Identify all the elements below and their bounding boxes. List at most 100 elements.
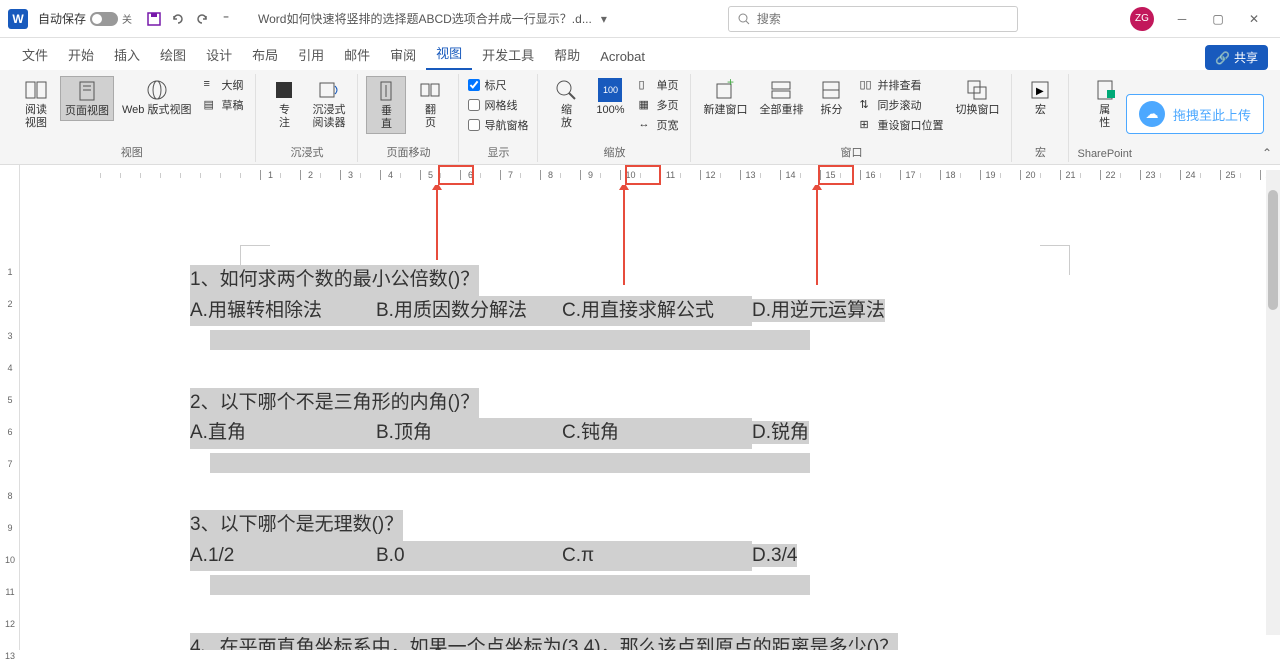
side-button[interactable]: 翻 页 bbox=[410, 76, 450, 132]
group-window-label: 窗口 bbox=[840, 144, 862, 160]
reading-view-button[interactable]: 阅读 视图 bbox=[16, 76, 56, 132]
group-immersive: 专 注 沉浸式 阅读器 沉浸式 bbox=[256, 74, 358, 162]
ruler-checkbox[interactable]: 标尺 bbox=[467, 76, 529, 94]
tab-view[interactable]: 视图 bbox=[426, 37, 472, 70]
close-icon[interactable]: ✕ bbox=[1236, 5, 1272, 33]
tab-layout[interactable]: 布局 bbox=[242, 39, 288, 70]
q1-opt-d[interactable]: D.用逆元运算法 bbox=[752, 299, 885, 322]
tab-design[interactable]: 设计 bbox=[196, 39, 242, 70]
minimize-icon[interactable]: ─ bbox=[1164, 5, 1200, 33]
save-icon[interactable] bbox=[146, 11, 162, 27]
group-macros-label: 宏 bbox=[1035, 144, 1046, 160]
group-window: +新建窗口 全部重排 拆分 ▯▯并排查看 ⇅同步滚动 ⊞重设窗口位置 切换窗口 … bbox=[691, 74, 1012, 162]
page-area[interactable]: 1、如何求两个数的最小公倍数()？ A.用辗转相除法B.用质因数分解法C.用直接… bbox=[20, 185, 1280, 650]
immersive-reader-button[interactable]: 沉浸式 阅读器 bbox=[308, 76, 349, 132]
q2-opt-d[interactable]: D.锐角 bbox=[752, 421, 809, 444]
properties-button[interactable]: 属 性 bbox=[1085, 76, 1125, 132]
q1-opt-a[interactable]: A.用辗转相除法 bbox=[190, 296, 376, 327]
share-label: 共享 bbox=[1234, 49, 1258, 66]
macros-button[interactable]: ▶宏 bbox=[1020, 76, 1060, 119]
redo-icon[interactable] bbox=[194, 11, 210, 27]
title-dropdown-icon[interactable]: ▾ bbox=[596, 11, 612, 27]
q3-text[interactable]: 3、以下哪个是无理数()？ bbox=[190, 510, 403, 541]
collapse-ribbon-icon[interactable]: ⌃ bbox=[1262, 146, 1272, 160]
share-button[interactable]: 🔗 共享 bbox=[1205, 45, 1268, 70]
qat-dropdown-icon[interactable]: ⁼ bbox=[218, 11, 234, 27]
tab-references[interactable]: 引用 bbox=[288, 39, 334, 70]
group-views-label: 视图 bbox=[121, 144, 143, 160]
vertical-button[interactable]: 垂 直 bbox=[366, 76, 406, 134]
q3-filler bbox=[210, 575, 810, 595]
sidebyside-button: ▯▯并排查看 bbox=[855, 76, 947, 94]
resetpos-button: ⊞重设窗口位置 bbox=[855, 116, 947, 134]
q2-filler bbox=[210, 453, 810, 473]
group-zoom: 缩 放 100100% ▯单页 ▦多页 ↔页宽 缩放 bbox=[538, 74, 691, 162]
print-layout-button[interactable]: 页面视图 bbox=[60, 76, 114, 121]
q2-opt-a[interactable]: A.直角 bbox=[190, 418, 376, 449]
newwindow-button[interactable]: +新建窗口 bbox=[699, 76, 751, 119]
tab-mailings[interactable]: 邮件 bbox=[334, 39, 380, 70]
tab-draw[interactable]: 绘图 bbox=[150, 39, 196, 70]
q3-opt-a[interactable]: A.1/2 bbox=[190, 541, 376, 572]
upload-button[interactable]: ☁ 拖拽至此上传 bbox=[1126, 94, 1264, 134]
tab-review[interactable]: 审阅 bbox=[380, 39, 426, 70]
toggle-switch-icon[interactable] bbox=[90, 12, 118, 26]
question-4: 4、在平面直角坐标系中，如果一个点坐标为(3,4)，那么该点到原点的距离是多少(… bbox=[190, 633, 1280, 651]
maximize-icon[interactable]: ▢ bbox=[1200, 5, 1236, 33]
gridlines-checkbox[interactable]: 网格线 bbox=[467, 96, 529, 114]
search-input[interactable] bbox=[757, 12, 1009, 26]
q1-filler bbox=[210, 330, 810, 350]
arrange-button[interactable]: 全部重排 bbox=[755, 76, 807, 119]
tab-acrobat[interactable]: Acrobat bbox=[590, 43, 655, 70]
group-sharepoint-label: SharePoint bbox=[1077, 148, 1131, 160]
scrollbar-thumb[interactable] bbox=[1268, 190, 1278, 310]
focus-button[interactable]: 专 注 bbox=[264, 76, 304, 132]
multipage-button[interactable]: ▦多页 bbox=[634, 96, 682, 114]
q3-opt-c[interactable]: C.π bbox=[562, 541, 752, 572]
navpane-checkbox[interactable]: 导航窗格 bbox=[467, 116, 529, 134]
group-immersive-label: 沉浸式 bbox=[290, 144, 323, 160]
q1-opt-b[interactable]: B.用质因数分解法 bbox=[376, 296, 562, 327]
switchwindow-button[interactable]: 切换窗口 bbox=[951, 76, 1003, 119]
vertical-ruler[interactable]: 12345678910111213 bbox=[0, 185, 20, 650]
split-button[interactable]: 拆分 bbox=[811, 76, 851, 119]
ribbon-tabs: 文件 开始 插入 绘图 设计 布局 引用 邮件 审阅 视图 开发工具 帮助 Ac… bbox=[0, 38, 1280, 70]
tab-home[interactable]: 开始 bbox=[58, 39, 104, 70]
q2-opt-b[interactable]: B.顶角 bbox=[376, 418, 562, 449]
syncscroll-button: ⇅同步滚动 bbox=[855, 96, 947, 114]
group-macros: ▶宏 宏 bbox=[1012, 74, 1069, 162]
tab-help[interactable]: 帮助 bbox=[544, 39, 590, 70]
word-app-icon: W bbox=[8, 9, 28, 29]
q2-text[interactable]: 2、以下哪个不是三角形的内角()？ bbox=[190, 388, 479, 419]
q1-opt-c[interactable]: C.用直接求解公式 bbox=[562, 296, 752, 327]
group-views: 阅读 视图 页面视图 Web 版式视图 ≡大纲 ▤草稿 视图 bbox=[8, 74, 256, 162]
outline-button[interactable]: ≡大纲 bbox=[199, 76, 247, 94]
zoom-button[interactable]: 缩 放 bbox=[546, 76, 586, 132]
autosave-toggle[interactable]: 自动保存 关 bbox=[38, 10, 132, 27]
search-icon bbox=[737, 12, 751, 26]
cloud-upload-icon: ☁ bbox=[1139, 101, 1165, 127]
document-content[interactable]: 1、如何求两个数的最小公倍数()？ A.用辗转相除法B.用质因数分解法C.用直接… bbox=[190, 265, 1280, 650]
user-avatar[interactable]: ZG bbox=[1130, 7, 1154, 31]
q4-text[interactable]: 4、在平面直角坐标系中，如果一个点坐标为(3,4)，那么该点到原点的距离是多少(… bbox=[190, 633, 898, 651]
autosave-state: 关 bbox=[122, 11, 132, 26]
svg-text:+: + bbox=[727, 78, 734, 89]
onepage-button[interactable]: ▯单页 bbox=[634, 76, 682, 94]
vertical-scrollbar[interactable] bbox=[1266, 170, 1280, 635]
web-layout-button[interactable]: Web 版式视图 bbox=[118, 76, 195, 119]
horizontal-ruler[interactable]: 1234567891011121314151617181920212223242… bbox=[0, 165, 1280, 185]
zoom100-button[interactable]: 100100% bbox=[590, 76, 630, 119]
tab-devtools[interactable]: 开发工具 bbox=[472, 39, 544, 70]
tab-insert[interactable]: 插入 bbox=[104, 39, 150, 70]
q3-opt-b[interactable]: B.0 bbox=[376, 541, 562, 572]
search-box[interactable] bbox=[728, 6, 1018, 32]
q2-opt-c[interactable]: C.钝角 bbox=[562, 418, 752, 449]
q1-text[interactable]: 1、如何求两个数的最小公倍数()？ bbox=[190, 265, 479, 296]
undo-icon[interactable] bbox=[170, 11, 186, 27]
group-pagemove-label: 页面移动 bbox=[386, 144, 430, 160]
pagewidth-button[interactable]: ↔页宽 bbox=[634, 116, 682, 134]
svg-text:▶: ▶ bbox=[1036, 86, 1044, 97]
q3-opt-d[interactable]: D.3/4 bbox=[752, 544, 797, 567]
tab-file[interactable]: 文件 bbox=[12, 39, 58, 70]
draft-button[interactable]: ▤草稿 bbox=[199, 96, 247, 114]
